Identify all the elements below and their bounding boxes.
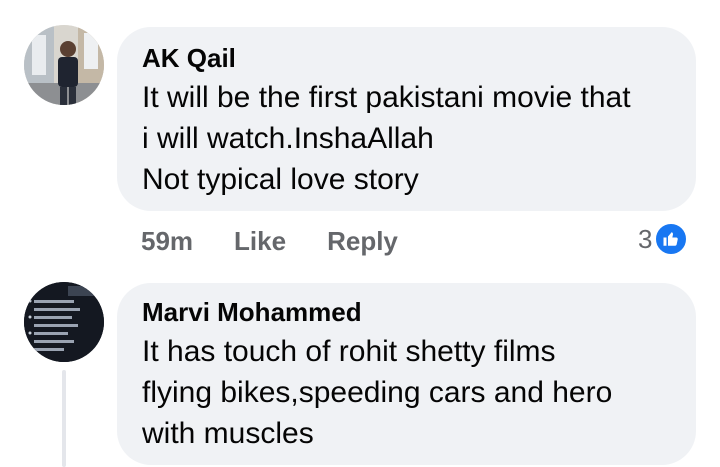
thread-line [62,370,66,467]
comment-text: It has touch of rohit shetty films flyin… [142,331,612,454]
comment-author[interactable]: Marvi Mohammed [142,297,362,328]
comment-actions: 59m Like Reply [141,224,398,258]
reaction-count: 3 [638,223,653,254]
comment-line: with muscles [142,417,314,450]
comment-thread: AK Qail It will be the first pakistani m… [0,0,720,467]
comment-bubble: AK Qail It will be the first pakistani m… [117,27,696,211]
comment-line: It will be the first pakistani movie tha… [142,81,631,114]
like-thumb-icon [654,222,689,256]
avatar[interactable] [24,25,104,105]
comment-timestamp[interactable]: 59m [141,226,193,257]
profile-photo [24,282,104,362]
like-button[interactable]: Like [234,226,286,257]
comment-line: i will watch.InshaAllah [142,122,434,155]
reaction-summary[interactable]: 3 [638,222,689,256]
comment-text: It will be the first pakistani movie tha… [142,77,631,200]
comment-author[interactable]: AK Qail [142,43,236,74]
comment-line: flying bikes,speeding cars and hero [142,376,613,409]
avatar[interactable] [24,282,104,362]
comment-bubble: Marvi Mohammed It has touch of rohit she… [117,283,696,465]
comment-line: It has touch of rohit shetty films [142,335,556,368]
reply-button[interactable]: Reply [327,226,398,257]
comment-line: Not typical love story [142,163,419,196]
profile-photo [24,25,104,105]
